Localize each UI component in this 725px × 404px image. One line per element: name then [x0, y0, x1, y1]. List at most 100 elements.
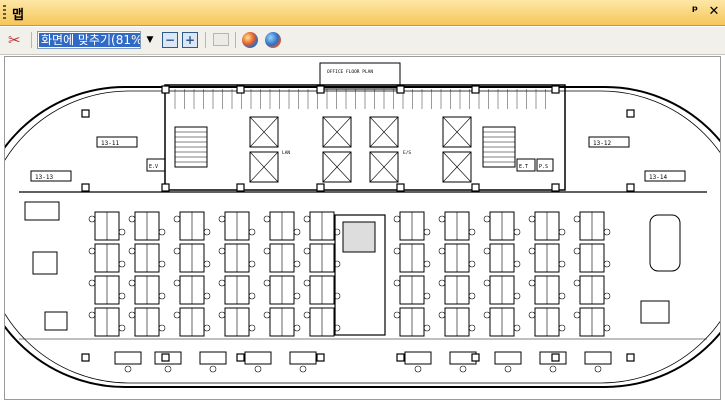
column [471, 85, 480, 94]
column [551, 183, 560, 192]
chair [263, 311, 271, 319]
chair [203, 324, 211, 332]
chair [504, 365, 512, 373]
chair [558, 292, 566, 300]
chair [218, 215, 226, 223]
chair [303, 215, 311, 223]
column [316, 85, 325, 94]
chair [88, 279, 96, 287]
column [81, 353, 90, 362]
label-ev: E.V [149, 164, 158, 170]
chair [293, 324, 301, 332]
chair [549, 365, 557, 373]
panel-titlebar[interactable]: 맵 ᵖ ✕ [0, 0, 725, 26]
chair [438, 247, 446, 255]
floor-plan-drawing: OFFICE FLOOR PLAN 13-11 13-12 13-13 13-1… [5, 62, 720, 388]
chair [158, 228, 166, 236]
chair [303, 279, 311, 287]
desk-block [584, 351, 612, 365]
column [161, 353, 170, 362]
desk-block [494, 351, 522, 365]
chair [468, 260, 476, 268]
column [236, 85, 245, 94]
column [551, 85, 560, 94]
globe-icon[interactable] [242, 32, 258, 48]
desk-clusters [88, 211, 612, 373]
room-tag-1311: 13-11 [101, 140, 119, 147]
column [161, 85, 170, 94]
column [626, 109, 635, 118]
chair [203, 260, 211, 268]
chair [158, 260, 166, 268]
chair [558, 228, 566, 236]
chair [88, 311, 96, 319]
chair [88, 247, 96, 255]
chair [513, 228, 521, 236]
chair [173, 311, 181, 319]
chair [573, 279, 581, 287]
chair [173, 279, 181, 287]
zoom-in-icon: + [184, 33, 196, 47]
chair [513, 260, 521, 268]
chair [423, 292, 431, 300]
drag-grip-icon[interactable] [3, 5, 6, 21]
chair [594, 365, 602, 373]
chair [513, 292, 521, 300]
toolbar-separator [235, 32, 236, 48]
zoom-select[interactable]: 화면에 맞추기(81%) [37, 31, 141, 49]
chair [603, 228, 611, 236]
chair [528, 215, 536, 223]
globe-alt-icon[interactable] [265, 32, 281, 48]
chair [248, 228, 256, 236]
chair [303, 247, 311, 255]
chair [293, 260, 301, 268]
tools-icon[interactable]: ✂ [8, 31, 26, 49]
zoom-out-button[interactable]: − [162, 32, 178, 48]
desk-block [199, 351, 227, 365]
column [626, 353, 635, 362]
column [471, 183, 480, 192]
column [236, 353, 245, 362]
column [81, 183, 90, 192]
chair [513, 324, 521, 332]
core-details [174, 89, 546, 183]
chair [528, 279, 536, 287]
map-toolbar: ✂ 화면에 맞추기(81%) ▼ − + [0, 27, 725, 55]
column [471, 353, 480, 362]
chair [248, 260, 256, 268]
pin-icon[interactable]: ᵖ [687, 4, 703, 20]
chair [573, 215, 581, 223]
desk-block [244, 351, 272, 365]
zoom-in-button[interactable]: + [182, 32, 198, 48]
chair [118, 228, 126, 236]
chevron-down-icon[interactable]: ▼ [144, 31, 156, 49]
map-canvas[interactable]: OFFICE FLOOR PLAN 13-11 13-12 13-13 13-1… [4, 56, 721, 400]
chair [483, 279, 491, 287]
column [161, 183, 170, 192]
room-tag-1312: 13-12 [593, 140, 611, 147]
conference-table [649, 214, 681, 272]
chair [393, 279, 401, 287]
column [396, 183, 405, 192]
chair [248, 324, 256, 332]
chair [128, 311, 136, 319]
folder-icon[interactable] [213, 33, 229, 46]
chair [218, 311, 226, 319]
toolbar-separator [31, 32, 32, 48]
chair [173, 247, 181, 255]
chair [423, 260, 431, 268]
meeting-table [32, 251, 58, 275]
close-icon[interactable]: ✕ [706, 4, 722, 20]
chair [248, 292, 256, 300]
chair [393, 247, 401, 255]
central-stair [342, 221, 376, 253]
zoom-out-icon: − [164, 33, 176, 47]
chair [128, 247, 136, 255]
label-lan: LAN [282, 150, 290, 156]
plan-header-note: OFFICE FLOOR PLAN [327, 69, 373, 75]
column [81, 109, 90, 118]
chair [118, 324, 126, 332]
chair [293, 228, 301, 236]
chair [438, 279, 446, 287]
chair [528, 311, 536, 319]
